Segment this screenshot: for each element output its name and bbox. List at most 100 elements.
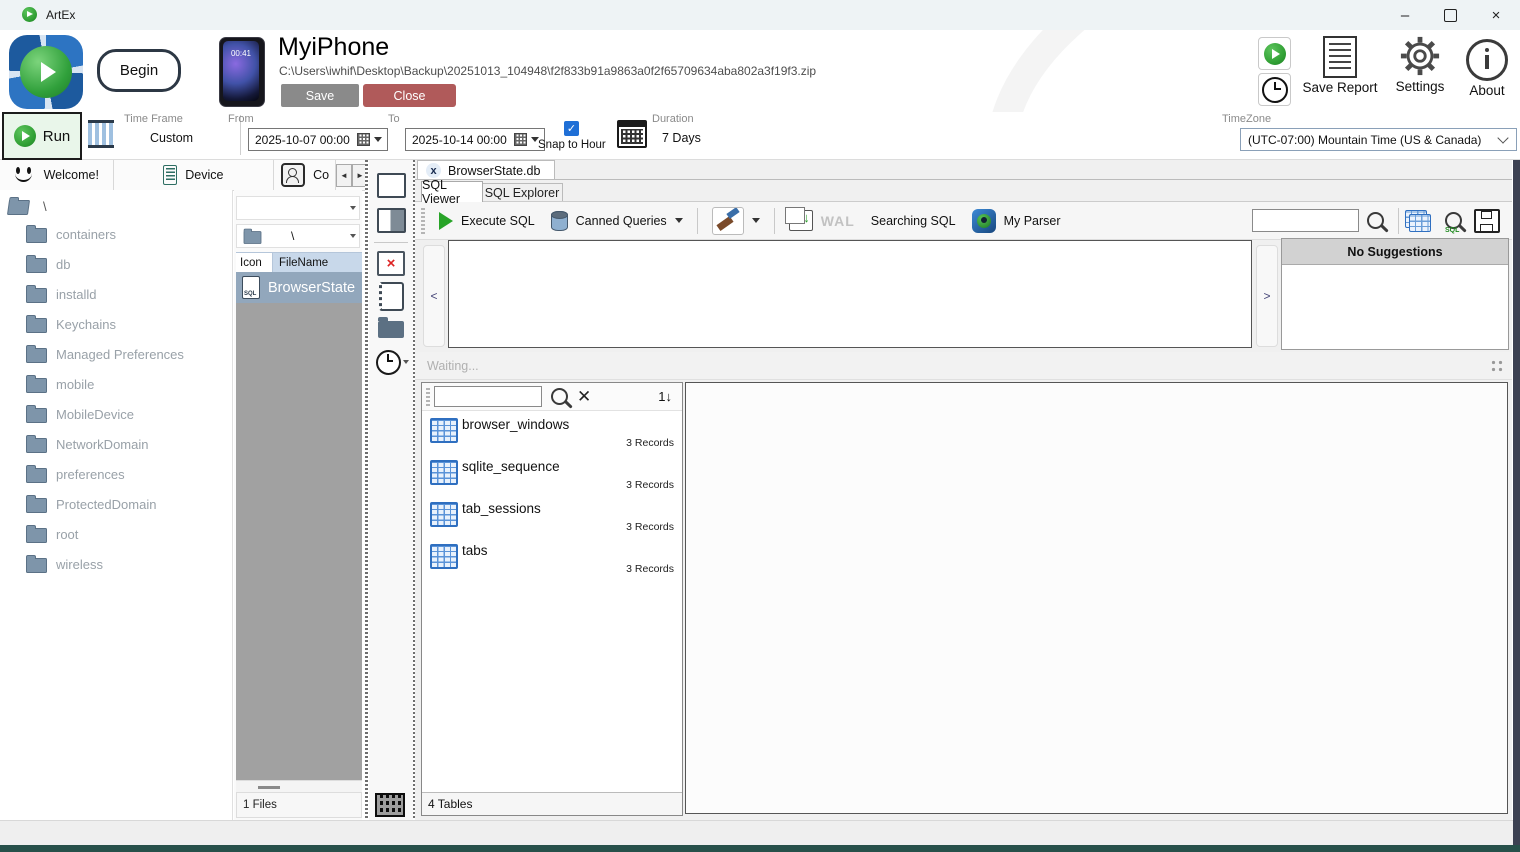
tree-folder-label: containers — [56, 227, 116, 242]
tab-welcome[interactable]: Welcome! — [0, 160, 114, 190]
tree-folder-item[interactable]: Managed Preferences — [0, 339, 232, 369]
table-list-item[interactable]: tab_sessions 3 Records — [422, 499, 682, 541]
suggestions-panel: No Suggestions — [1281, 238, 1509, 350]
my-parser-label: My Parser — [1004, 214, 1061, 228]
resize-grip[interactable] — [1490, 359, 1504, 373]
tree-folder-item[interactable]: mobile — [0, 369, 232, 399]
timezone-value: (UTC-07:00) Mountain Time (US & Canada) — [1248, 133, 1481, 147]
format-brush-button[interactable] — [704, 207, 768, 235]
tree-folder-item[interactable]: MobileDevice — [0, 399, 232, 429]
table-list-item[interactable]: tabs 3 Records — [422, 541, 682, 583]
column-icon[interactable]: Icon — [236, 253, 273, 273]
tab-sql-explorer[interactable]: SQL Explorer — [481, 183, 563, 202]
open-folder-button[interactable] — [376, 314, 406, 344]
settings-label: Settings — [1396, 79, 1445, 94]
export-tables-button[interactable] — [1405, 210, 1431, 232]
run-button[interactable]: Run — [2, 112, 82, 160]
time-history-button[interactable] — [1258, 73, 1291, 106]
search-icon[interactable] — [551, 388, 568, 405]
from-date-picker[interactable]: 2025-10-07 00:00 — [248, 128, 388, 151]
artex-quick-button[interactable] — [1258, 37, 1291, 70]
minimize-button[interactable]: – — [1382, 0, 1428, 30]
tree-folder-item[interactable]: db — [0, 249, 232, 279]
notebook-button[interactable] — [376, 281, 406, 311]
tree-root-item[interactable]: \ — [0, 190, 232, 219]
snap-to-hour-checkbox[interactable]: ✓ — [564, 121, 579, 136]
from-label: From — [228, 113, 254, 125]
duration-value: 7 Days — [662, 131, 701, 145]
to-date-picker[interactable]: 2025-10-14 00:00 — [405, 128, 545, 151]
toolbar-grip[interactable] — [421, 208, 425, 234]
document-tab[interactable]: x BrowserState.db — [417, 160, 555, 180]
column-filename[interactable]: FileName — [273, 253, 362, 273]
about-button[interactable]: About — [1462, 39, 1512, 98]
table-list-item[interactable]: sqlite_sequence 3 Records — [422, 457, 682, 499]
settings-button[interactable]: Settings — [1392, 35, 1448, 94]
table-name: tab_sessions — [462, 501, 541, 516]
single-pane-button[interactable] — [376, 170, 406, 200]
sql-search-input[interactable] — [1252, 209, 1359, 232]
tree-folder-item[interactable]: NetworkDomain — [0, 429, 232, 459]
clear-filter-icon[interactable]: ✕ — [577, 388, 591, 405]
tree-folder-item[interactable]: root — [0, 519, 232, 549]
tree-folder-item[interactable]: containers — [0, 219, 232, 249]
tree-folder-item[interactable]: ProtectedDomain — [0, 489, 232, 519]
tab-scroll-left-button[interactable]: ◄ — [336, 164, 352, 187]
toolbar-grip[interactable] — [426, 388, 430, 406]
close-window-button[interactable]: × — [1473, 0, 1519, 30]
timeline-icon[interactable] — [88, 120, 114, 148]
maximize-button[interactable] — [1427, 0, 1473, 30]
vertical-splitter[interactable] — [365, 160, 368, 820]
tree-folder-label: mobile — [56, 377, 94, 392]
device-thumbnail: 00:41 — [219, 37, 265, 107]
sql-query-editor[interactable] — [448, 240, 1252, 348]
tab-device[interactable]: Device — [114, 160, 275, 190]
calendar-icon[interactable] — [617, 120, 647, 148]
tree-folder-label: db — [56, 257, 70, 272]
split-pane-button[interactable] — [376, 205, 406, 235]
tree-folder-item[interactable]: installd — [0, 279, 232, 309]
canned-queries-button[interactable]: Canned Queries — [543, 211, 691, 231]
history-clock-button[interactable] — [376, 347, 412, 377]
begin-button[interactable]: Begin — [97, 49, 181, 92]
table-filter-input[interactable] — [434, 386, 542, 407]
file-row-browserstate[interactable]: BrowserState — [236, 272, 362, 303]
to-date-value: 2025-10-14 00:00 — [412, 133, 510, 147]
wal-import-button[interactable]: WAL — [781, 210, 863, 231]
collapse-left-button[interactable]: < — [423, 245, 445, 347]
timezone-select[interactable]: (UTC-07:00) Mountain Time (US & Canada) — [1240, 128, 1517, 151]
folder-icon — [26, 228, 47, 243]
qr-code-icon[interactable] — [375, 793, 405, 817]
tree-folder-item[interactable]: wireless — [0, 549, 232, 579]
sql-search-icon[interactable]: SQL — [1445, 212, 1462, 229]
file-filter-combo[interactable] — [236, 196, 360, 220]
my-parser-button[interactable]: My Parser — [964, 209, 1069, 233]
save-report-button[interactable]: Save Report — [1300, 36, 1380, 95]
query-results-panel[interactable] — [685, 382, 1508, 814]
tree-folder-item[interactable]: preferences — [0, 459, 232, 489]
status-waiting: Waiting... — [415, 352, 1512, 380]
tab-device-label: Device — [185, 168, 223, 182]
searching-sql-button[interactable]: Searching SQL — [863, 214, 964, 228]
tab-sql-viewer[interactable]: SQL Viewer — [421, 181, 483, 202]
table-record-count: 3 Records — [626, 437, 674, 449]
close-view-button[interactable]: × — [376, 248, 406, 278]
dark-folder-icon — [378, 321, 404, 338]
header: Begin 00:41 MyiPhone C:\Users\iwhif\Desk… — [0, 30, 1520, 112]
table-list-item[interactable]: browser_windows 3 Records — [422, 415, 682, 457]
search-icon[interactable] — [1367, 212, 1384, 229]
close-backup-button[interactable]: Close — [363, 84, 456, 107]
file-path-combo[interactable]: \ — [236, 224, 360, 248]
sort-order-button[interactable]: 1↓ — [658, 389, 672, 404]
execute-sql-button[interactable]: Execute SQL — [431, 212, 543, 230]
save-button[interactable]: Save — [281, 84, 359, 107]
dropdown-arrow-icon — [752, 218, 760, 223]
expand-right-button[interactable]: > — [1256, 245, 1278, 347]
tab-contacts[interactable]: Co — [274, 160, 336, 190]
tree-folder-label: ProtectedDomain — [56, 497, 156, 512]
save-disk-icon[interactable] — [1474, 209, 1500, 233]
artex-logo — [9, 35, 83, 109]
close-tab-icon[interactable]: x — [426, 163, 441, 178]
tree-folder-item[interactable]: Keychains — [0, 309, 232, 339]
split-pane-icon — [377, 208, 406, 233]
